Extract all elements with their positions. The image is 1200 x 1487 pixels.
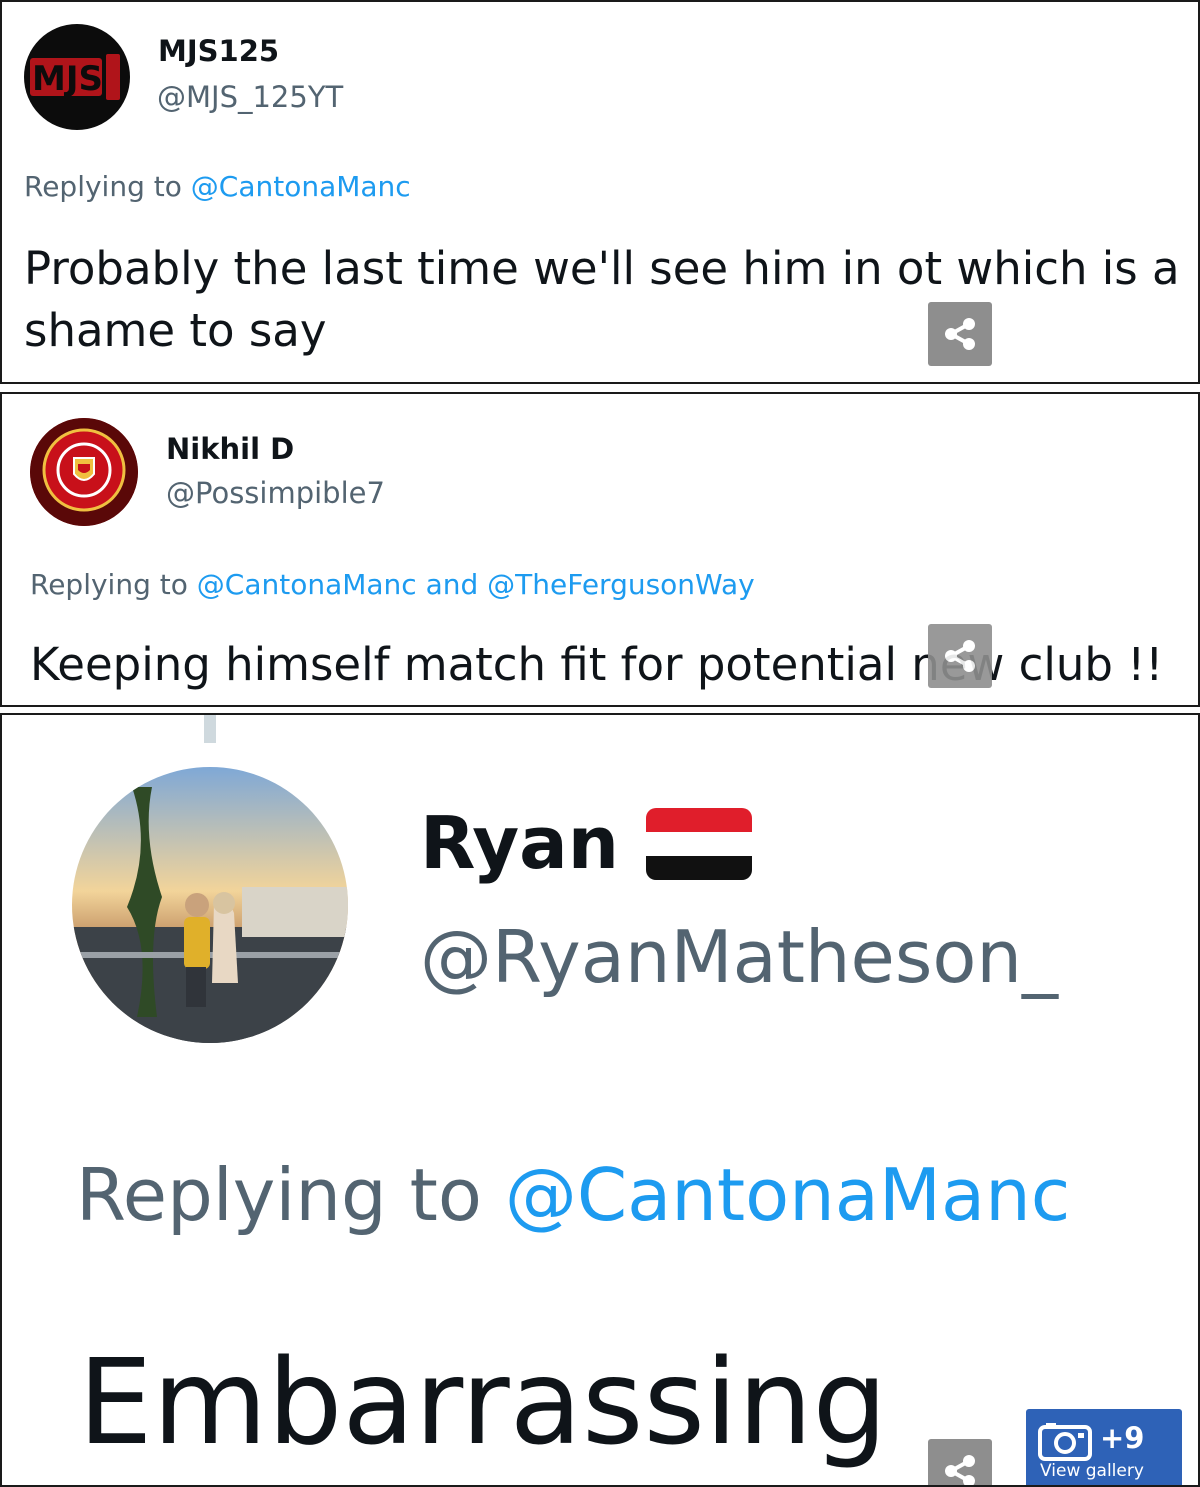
reply-card: Ryan @RyanMatheson_ Replying to @Cantona…: [0, 713, 1200, 1487]
reply-card: MJS MJS125 @MJS_125YT Replying to @Canto…: [0, 0, 1200, 384]
user-name[interactable]: MJS125: [158, 34, 279, 68]
camera-icon: [1038, 1423, 1092, 1461]
replying-to-link[interactable]: @CantonaManc and @TheFergusonWay: [197, 568, 755, 601]
replying-to: Replying to @CantonaManc and @TheFerguso…: [30, 568, 755, 601]
svg-text:MJS: MJS: [32, 59, 103, 99]
share-button[interactable]: [928, 624, 992, 688]
replying-to-link[interactable]: @CantonaManc: [191, 170, 411, 203]
mjs-logo-avatar[interactable]: MJS: [24, 24, 130, 130]
user-handle[interactable]: @Possimpible7: [166, 476, 385, 510]
user-handle[interactable]: @RyanMatheson_: [420, 915, 1058, 999]
thread-line: [204, 715, 216, 743]
share-button[interactable]: [928, 1439, 992, 1485]
user-name[interactable]: Ryan: [420, 801, 619, 885]
manchester-united-crest-avatar[interactable]: [30, 418, 138, 526]
replying-prefix: Replying to: [76, 1153, 482, 1237]
replying-to: Replying to @CantonaManc: [76, 1153, 1070, 1237]
share-icon: [945, 640, 975, 672]
gallery-label: View gallery: [1040, 1461, 1144, 1481]
tweet-text: Keeping himself match fit for potential …: [30, 638, 1164, 691]
gallery-badge[interactable]: +9 View gallery: [1026, 1409, 1182, 1485]
tweet-text: Probably the last time we'll see him in …: [24, 242, 1180, 357]
couple-photo-avatar[interactable]: [72, 767, 348, 1043]
tweet-text: Embarrassing: [78, 1333, 888, 1471]
reply-card: Nikhil D @Possimpible7 Replying to @Cant…: [0, 392, 1200, 707]
gallery-count: +9: [1100, 1421, 1145, 1455]
red-white-black-flag: [646, 808, 752, 880]
share-button[interactable]: [928, 302, 992, 366]
replying-to-link[interactable]: @CantonaManc: [505, 1153, 1071, 1237]
share-icon: [945, 1455, 975, 1485]
share-icon: [945, 318, 975, 350]
replying-to: Replying to @CantonaManc: [24, 170, 411, 203]
replying-prefix: Replying to: [24, 170, 182, 203]
user-handle[interactable]: @MJS_125YT: [157, 80, 343, 114]
replying-prefix: Replying to: [30, 568, 188, 601]
user-name[interactable]: Nikhil D: [166, 432, 294, 466]
